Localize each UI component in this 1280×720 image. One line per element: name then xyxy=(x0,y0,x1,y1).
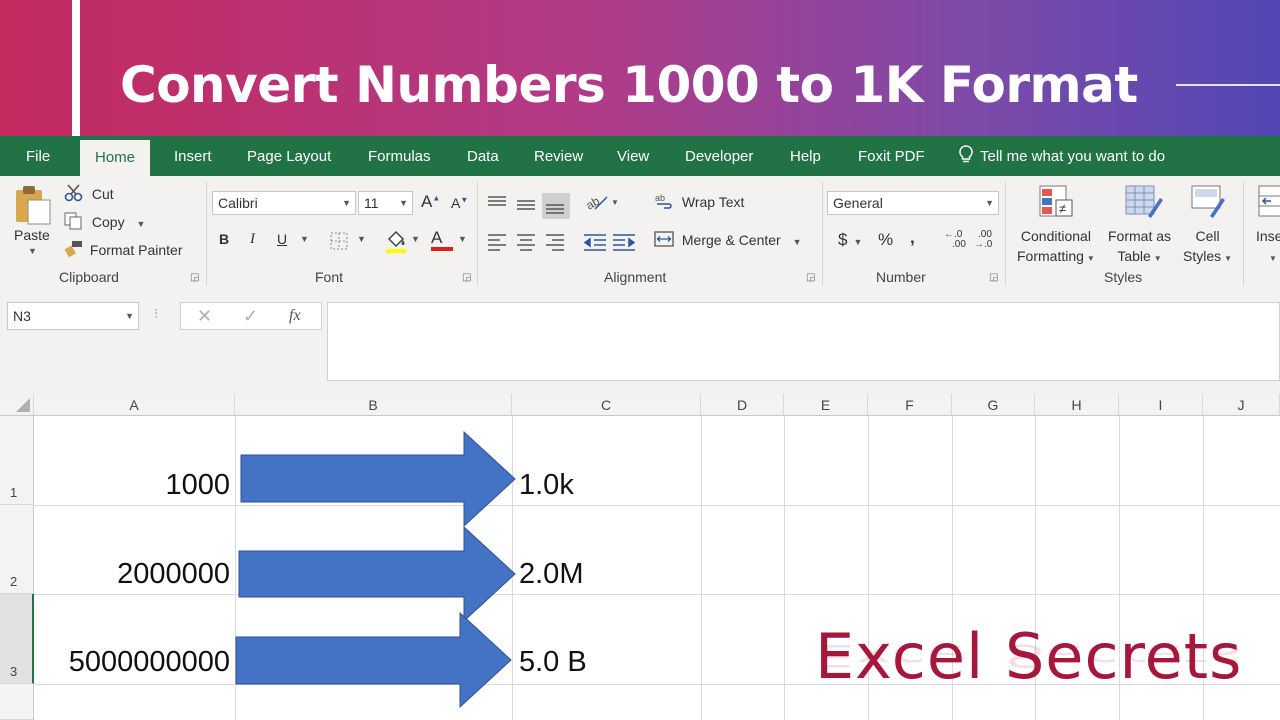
arrow-shape-2[interactable] xyxy=(238,525,516,623)
brand-reflection: Excel Secrets xyxy=(815,637,1243,675)
arrow-shape-3[interactable] xyxy=(235,611,512,709)
arrow-shape-1[interactable] xyxy=(240,430,516,528)
arrow-shapes xyxy=(235,430,516,709)
